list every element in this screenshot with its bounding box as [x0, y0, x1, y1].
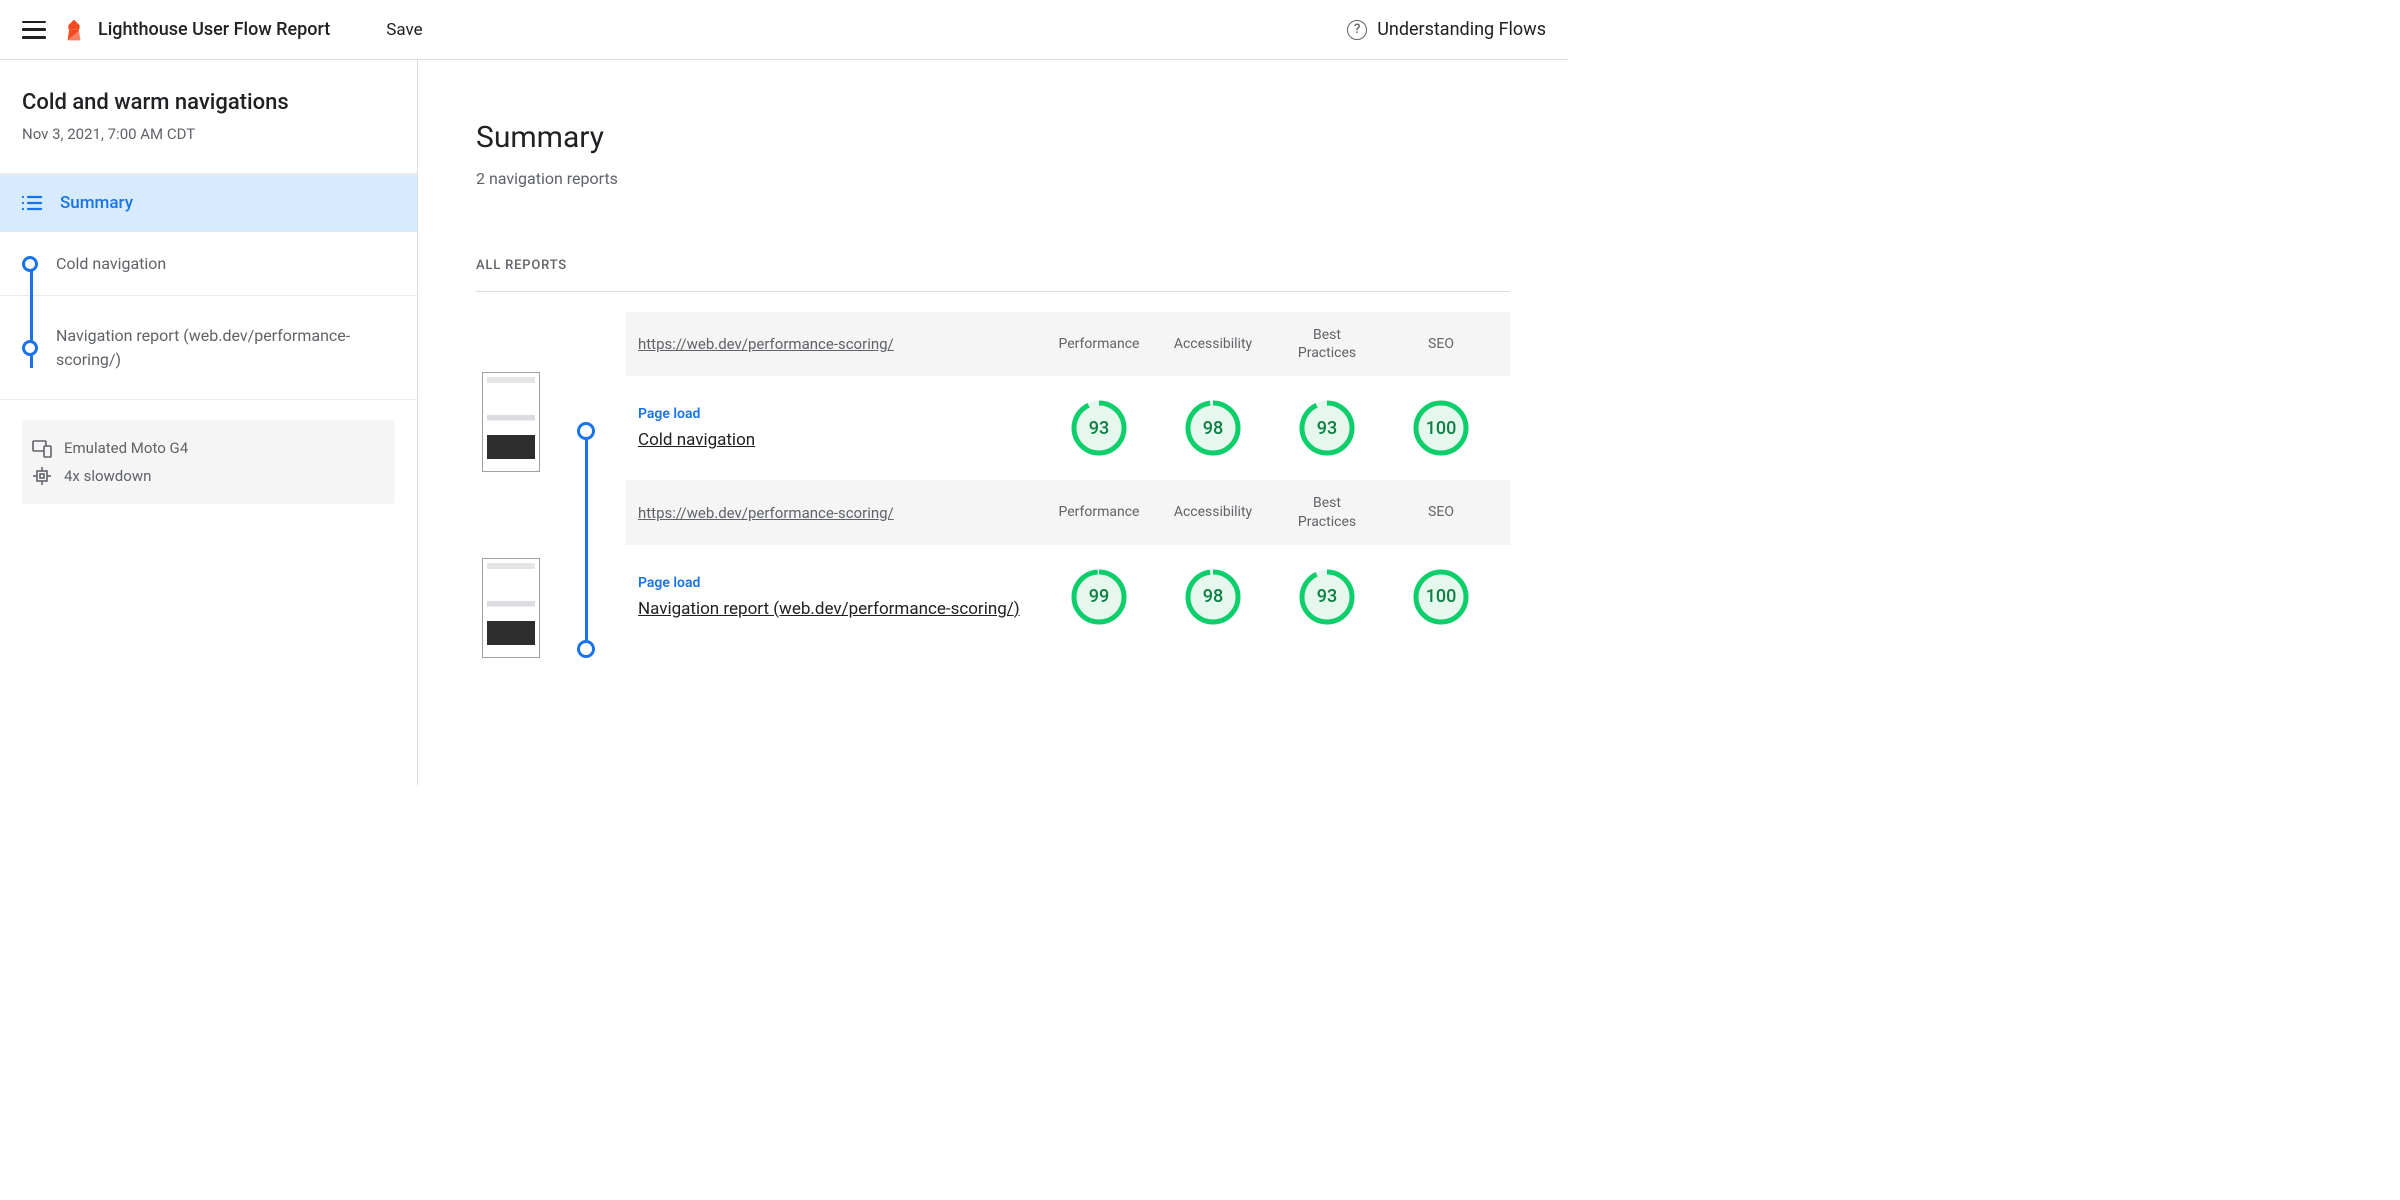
reports-table: https://web.dev/performance-scoring/ Per…: [626, 312, 1510, 658]
sidebar-item-summary[interactable]: Summary: [0, 174, 417, 232]
report-url-link[interactable]: https://web.dev/performance-scoring/: [638, 335, 1042, 353]
sidebar-header: Cold and warm navigations Nov 3, 2021, 7…: [0, 60, 417, 174]
metric-cell: 98: [1156, 400, 1270, 456]
report-block: https://web.dev/performance-scoring/ Per…: [626, 480, 1510, 648]
sidebar-summary-label: Summary: [60, 193, 133, 213]
list-icon: [22, 195, 42, 211]
all-reports-heading: ALL REPORTS: [476, 258, 1510, 273]
summary-title: Summary: [476, 120, 1510, 155]
sidebar-step-label: Navigation report (web.dev/performance-s…: [56, 324, 395, 372]
content: Summary 2 navigation reports ALL REPORTS: [418, 60, 1568, 785]
sidebar-step-navigation-report[interactable]: Navigation report (web.dev/performance-s…: [0, 296, 417, 400]
help-link[interactable]: ? Understanding Flows: [1347, 19, 1546, 40]
save-button[interactable]: Save: [386, 20, 422, 40]
timeline-column: [574, 312, 598, 658]
score-value: 98: [1185, 400, 1241, 456]
metric-cell: 99: [1042, 569, 1156, 625]
score-value: 100: [1413, 400, 1469, 456]
score-value: 93: [1071, 400, 1127, 456]
score-value: 100: [1413, 569, 1469, 625]
timeline-node-icon: [577, 640, 595, 658]
metric-cell: 93: [1042, 400, 1156, 456]
score-value: 99: [1071, 569, 1127, 625]
report-name-link[interactable]: Navigation report (web.dev/performance-s…: [638, 599, 1042, 619]
score-value: 93: [1299, 569, 1355, 625]
topbar: Lighthouse User Flow Report Save ? Under…: [0, 0, 1568, 60]
metric-cell: 93: [1270, 400, 1384, 456]
metric-header: SEO: [1384, 335, 1498, 353]
help-label: Understanding Flows: [1377, 19, 1546, 40]
report-thumbnail: [482, 372, 540, 472]
metric-header: SEO: [1384, 503, 1498, 521]
report-header-row: https://web.dev/performance-scoring/ Per…: [626, 312, 1510, 376]
report-body-row: Page load Cold navigation 93 98 93 100: [626, 376, 1510, 480]
help-icon: ?: [1347, 20, 1367, 40]
report-block: https://web.dev/performance-scoring/ Per…: [626, 312, 1510, 480]
flow-title: Cold and warm navigations: [22, 90, 395, 115]
lighthouse-logo-icon: [64, 18, 84, 42]
devices-icon: [32, 438, 52, 458]
report-name-link[interactable]: Cold navigation: [638, 430, 1042, 450]
report-type-label: Page load: [638, 406, 1042, 422]
cpu-icon: [32, 466, 52, 486]
menu-icon[interactable]: [22, 21, 46, 39]
metric-header: Performance: [1042, 503, 1156, 521]
metric-cell: 100: [1384, 400, 1498, 456]
score-gauge: 99: [1071, 569, 1127, 625]
app-title: Lighthouse User Flow Report: [98, 19, 330, 40]
sidebar-step-label: Cold navigation: [56, 252, 166, 276]
metric-header: Accessibility: [1156, 503, 1270, 521]
sidebar-step-cold-navigation[interactable]: Cold navigation: [0, 232, 417, 296]
metric-header: BestPractices: [1270, 494, 1384, 530]
timeline-node-icon: [577, 422, 595, 440]
score-gauge: 93: [1071, 400, 1127, 456]
divider: [476, 291, 1510, 292]
env-device-label: Emulated Moto G4: [64, 439, 188, 457]
score-gauge: 98: [1185, 400, 1241, 456]
metric-header: BestPractices: [1270, 326, 1384, 362]
timeline-node-icon: [22, 340, 38, 356]
report-header-row: https://web.dev/performance-scoring/ Per…: [626, 480, 1510, 544]
sidebar-environment: Emulated Moto G4 4x slowdown: [22, 420, 395, 504]
sidebar: Cold and warm navigations Nov 3, 2021, 7…: [0, 60, 418, 785]
score-gauge: 100: [1413, 569, 1469, 625]
flow-date: Nov 3, 2021, 7:00 AM CDT: [22, 125, 395, 143]
metric-header: Accessibility: [1156, 335, 1270, 353]
score-gauge: 100: [1413, 400, 1469, 456]
env-device-row: Emulated Moto G4: [32, 434, 385, 462]
metric-cell: 98: [1156, 569, 1270, 625]
env-throttle-label: 4x slowdown: [64, 467, 151, 485]
timeline-node-icon: [22, 256, 38, 272]
metric-cell: 100: [1384, 569, 1498, 625]
report-body-row: Page load Navigation report (web.dev/per…: [626, 545, 1510, 649]
score-gauge: 98: [1185, 569, 1241, 625]
summary-subtitle: 2 navigation reports: [476, 169, 1510, 188]
metric-header: Performance: [1042, 335, 1156, 353]
sidebar-steps: Cold navigation Navigation report (web.d…: [0, 232, 417, 400]
env-throttle-row: 4x slowdown: [32, 462, 385, 490]
report-type-label: Page load: [638, 575, 1042, 591]
thumbnail-column: [476, 312, 546, 658]
score-value: 98: [1185, 569, 1241, 625]
score-value: 93: [1299, 400, 1355, 456]
report-url-link[interactable]: https://web.dev/performance-scoring/: [638, 504, 1042, 522]
score-gauge: 93: [1299, 569, 1355, 625]
report-thumbnail: [482, 558, 540, 658]
score-gauge: 93: [1299, 400, 1355, 456]
metric-cell: 93: [1270, 569, 1384, 625]
